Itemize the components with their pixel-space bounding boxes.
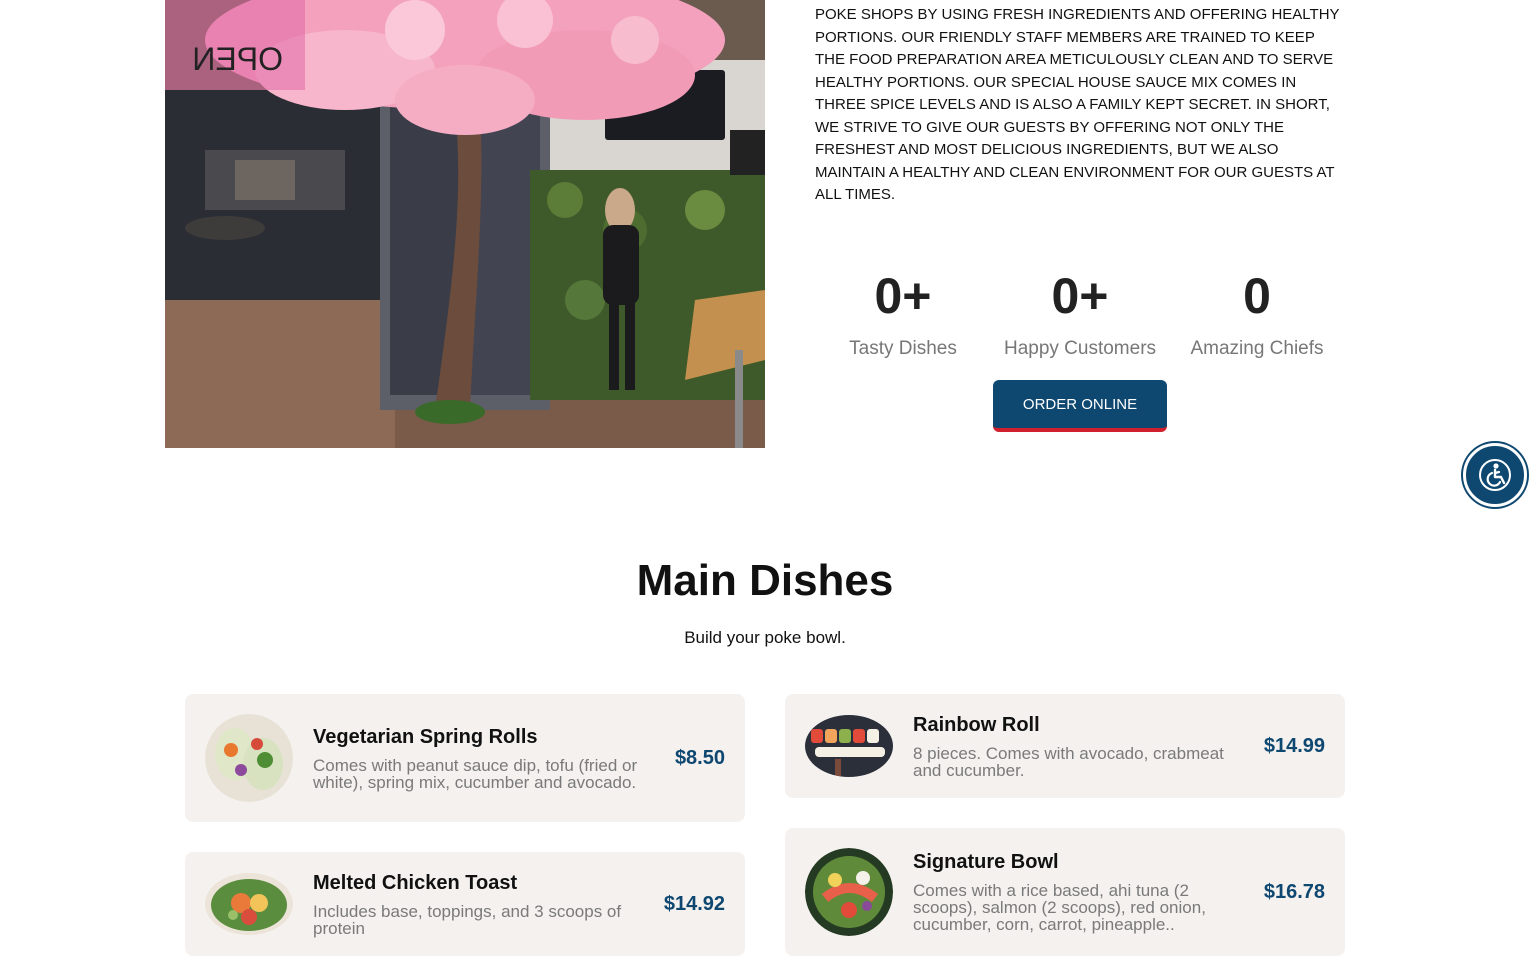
dish-name: Vegetarian Spring Rolls bbox=[313, 725, 538, 748]
dish-image bbox=[205, 873, 293, 935]
dish-name: Rainbow Roll bbox=[913, 713, 1040, 736]
about-text: Poke shops by using fresh ingredients an… bbox=[815, 6, 1340, 203]
accessibility-icon bbox=[1479, 459, 1511, 491]
main-dishes-subtitle: Build your poke bowl. bbox=[684, 628, 846, 647]
stat-value: 0 bbox=[1243, 268, 1271, 324]
stat-happy-customers: 0+ Happy Customers bbox=[992, 268, 1168, 360]
dish-name: Melted Chicken Toast bbox=[313, 871, 518, 894]
dish-name: Signature Bowl bbox=[913, 851, 1059, 873]
stat-tasty-dishes: 0+ Tasty Dishes bbox=[815, 268, 991, 360]
dish-body: Rainbow Roll 8 pieces. Comes with avocad… bbox=[913, 714, 1244, 779]
open-sign-text: OPEN bbox=[192, 41, 283, 77]
dish-description: Includes base, toppings, and 3 scoops of… bbox=[313, 901, 622, 938]
dish-price: $14.92 bbox=[663, 892, 725, 915]
dish-card-melted-chicken-toast[interactable]: Melted Chicken Toast Includes base, topp… bbox=[185, 852, 745, 956]
dish-image bbox=[805, 848, 893, 936]
dish-description: Comes with peanut sauce dip, tofu (fried… bbox=[313, 755, 638, 792]
dish-card-vegetarian-spring-rolls[interactable]: Vegetarian Spring Rolls Comes with peanu… bbox=[185, 694, 745, 822]
dish-price: $8.50 bbox=[674, 746, 725, 769]
dish-price: $16.78 bbox=[1263, 880, 1325, 903]
accessibility-button[interactable] bbox=[1463, 443, 1527, 507]
stat-amazing-chiefs: 0 Amazing Chiefs bbox=[1169, 268, 1345, 360]
dish-card-signature-bowl[interactable]: Signature Bowl Comes with a rice based, … bbox=[785, 828, 1345, 956]
stat-label: Amazing Chiefs bbox=[1190, 338, 1324, 359]
main-dishes-title: Main Dishes bbox=[636, 556, 894, 605]
dish-body: Melted Chicken Toast Includes base, topp… bbox=[313, 872, 644, 937]
dish-card-rainbow-roll[interactable]: Rainbow Roll 8 pieces. Comes with avocad… bbox=[785, 694, 1345, 798]
stat-label: Tasty Dishes bbox=[849, 338, 957, 359]
dish-description: 8 pieces. Comes with avocado, crabmeat a… bbox=[913, 743, 1224, 780]
dish-image bbox=[805, 715, 893, 777]
dish-price: $14.99 bbox=[1263, 734, 1325, 757]
stat-value: 0+ bbox=[874, 268, 932, 324]
dish-image bbox=[205, 714, 293, 802]
stat-label: Happy Customers bbox=[1003, 338, 1157, 359]
stat-value: 0+ bbox=[1051, 268, 1109, 324]
order-online-button[interactable]: ORDER ONLINE bbox=[993, 380, 1167, 432]
stats-row: 0+ Tasty Dishes 0+ Happy Customers 0 Ama… bbox=[815, 268, 1345, 360]
dish-body: Vegetarian Spring Rolls Comes with peanu… bbox=[313, 726, 655, 791]
dish-body: Signature Bowl Comes with a rice based, … bbox=[913, 851, 1244, 933]
restaurant-interior-photo: OPEN bbox=[165, 0, 765, 448]
dish-description: Comes with a rice based, ahi tuna (2 sco… bbox=[913, 881, 1206, 934]
